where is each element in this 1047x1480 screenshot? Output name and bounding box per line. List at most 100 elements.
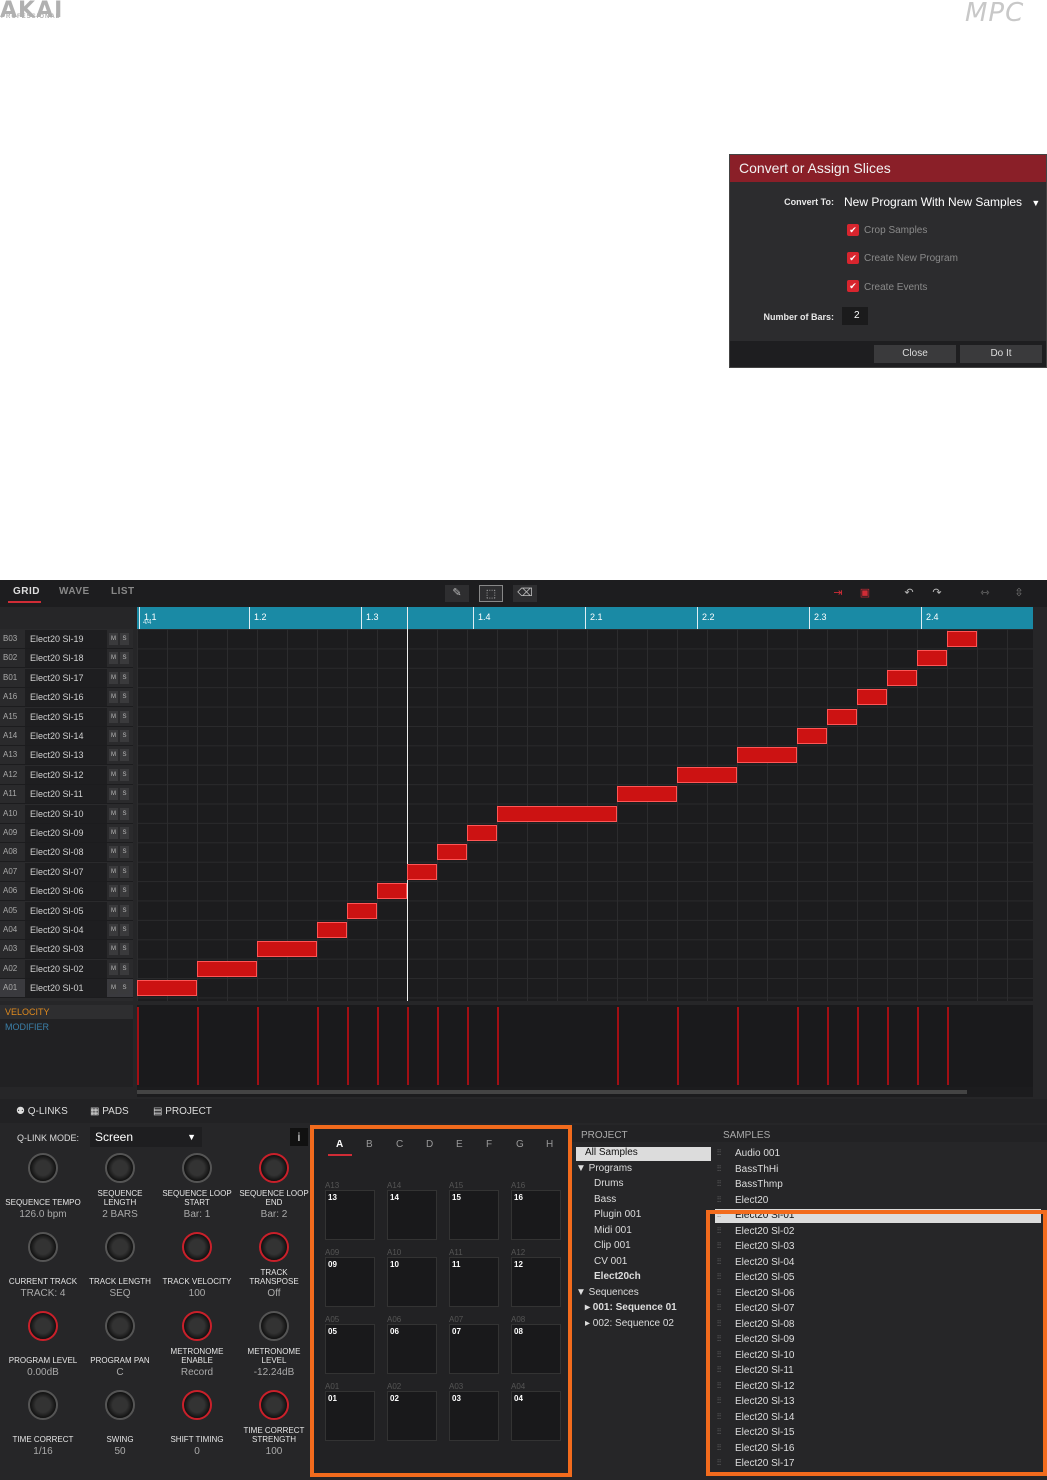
mute-button[interactable]: M [109,982,118,995]
pad[interactable]: 09 [325,1257,375,1307]
track-row[interactable]: A04 Elect20 Sl-04 M S [0,921,133,940]
note-event[interactable] [407,863,437,880]
pad-bank-c[interactable]: C [396,1139,403,1150]
close-button[interactable]: Close [874,345,956,363]
knob-icon[interactable] [259,1153,289,1183]
playhead[interactable] [407,607,408,1001]
note-event[interactable] [197,960,257,977]
solo-button[interactable]: S [120,633,129,645]
number-of-bars-field[interactable]: 2 [842,307,868,325]
pad[interactable]: 03 [449,1391,499,1441]
pad[interactable]: 06 [387,1324,437,1374]
note-event[interactable] [467,825,497,841]
knob-icon[interactable] [182,1153,212,1183]
mute-button[interactable]: M [109,749,118,762]
sample-item[interactable]: ⫶⫶ BassThHi [715,1163,1041,1177]
solo-button[interactable]: S [120,730,129,742]
q-link-knob[interactable]: TRACK TRANSPOSE Off [235,1232,313,1299]
horizontal-scrollbar[interactable] [137,1087,1033,1097]
solo-button[interactable]: S [120,691,129,704]
knob-icon[interactable] [105,1390,135,1420]
solo-button[interactable]: S [120,788,129,801]
solo-button[interactable]: S [120,807,129,820]
solo-button[interactable]: S [120,671,129,684]
track-name[interactable]: Elect20 Sl-06 [25,882,107,901]
track-row[interactable]: B03 Elect20 Sl-19 M S [0,630,133,649]
track-name[interactable]: Elect20 Sl-18 [25,649,107,668]
pad[interactable]: 08 [511,1324,561,1374]
solo-button[interactable]: S [120,982,129,995]
knob-icon[interactable] [182,1232,212,1262]
note-event[interactable] [347,902,377,919]
note-event[interactable] [887,669,917,686]
pad-bank-b[interactable]: B [366,1139,373,1150]
mute-button[interactable]: M [109,846,118,859]
undo-icon[interactable]: ↶ [897,585,921,602]
knob-icon[interactable] [28,1232,58,1262]
velocity-bar[interactable] [137,1007,139,1085]
knob-icon[interactable] [182,1311,212,1341]
pad[interactable]: 04 [511,1391,561,1441]
note-grid[interactable] [137,607,1033,1001]
pad[interactable]: 01 [325,1391,375,1441]
velocity-lane[interactable] [137,1005,1033,1087]
velocity-bar[interactable] [677,1007,679,1085]
velocity-bar[interactable] [917,1007,919,1085]
project-item[interactable]: Bass [594,1194,616,1205]
track-row[interactable]: A07 Elect20 Sl-07 M S [0,862,133,882]
velocity-bar[interactable] [317,1007,319,1085]
velocity-bar[interactable] [407,1007,409,1085]
track-row[interactable]: A11 Elect20 Sl-11 M S [0,785,133,805]
pad-bank-g[interactable]: G [516,1139,524,1150]
q-link-knob[interactable]: SEQUENCE LOOP START Bar: 1 [158,1153,236,1220]
mute-button[interactable]: M [109,865,118,878]
tab-wave[interactable]: WAVE [59,586,90,597]
pad-bank-a[interactable]: A [336,1139,343,1150]
track-row[interactable]: A02 Elect20 Sl-02 M S [0,959,133,979]
pad[interactable]: 10 [387,1257,437,1307]
q-link-knob[interactable]: TRACK LENGTH SEQ [81,1232,159,1299]
pad[interactable]: 13 [325,1190,375,1240]
mute-button[interactable]: M [109,924,118,936]
eraser-icon[interactable]: ⌫ [513,585,537,602]
velocity-bar[interactable] [467,1007,469,1085]
pad[interactable]: 05 [325,1324,375,1374]
note-event[interactable] [617,786,677,803]
project-item[interactable]: Plugin 001 [594,1209,641,1220]
velocity-bar[interactable] [347,1007,349,1085]
solo-button[interactable]: S [120,749,129,762]
mute-button[interactable]: M [109,652,118,665]
q-link-knob[interactable]: METRONOME LEVEL -12.24dB [235,1311,313,1378]
track-row[interactable]: A14 Elect20 Sl-14 M S [0,727,133,746]
knob-icon[interactable] [259,1311,289,1341]
q-link-knob[interactable]: TIME CORRECT STRENGTH 100 [235,1390,313,1457]
velocity-lane-label[interactable]: VELOCITY [5,1007,50,1017]
mute-button[interactable]: M [109,730,118,742]
q-link-knob[interactable]: SEQUENCE LENGTH 2 BARS [81,1153,159,1220]
track-name[interactable]: Elect20 Sl-10 [25,804,107,823]
q-link-knob[interactable]: METRONOME ENABLE Record [158,1311,236,1378]
track-name[interactable]: Elect20 Sl-15 [25,707,107,726]
note-event[interactable] [947,631,977,647]
pad-bank-e[interactable]: E [456,1139,463,1150]
mute-button[interactable]: M [109,807,118,820]
velocity-bar[interactable] [377,1007,379,1085]
q-link-knob[interactable]: SEQUENCE TEMPO 126.0 bpm [4,1153,82,1220]
mute-button[interactable]: M [109,885,118,898]
note-event[interactable] [137,980,197,997]
velocity-bar[interactable] [617,1007,619,1085]
info-button[interactable]: i [290,1128,308,1146]
modifier-lane-label[interactable]: MODIFIER [5,1022,49,1032]
project-item[interactable]: Midi 001 [594,1225,632,1236]
project-item[interactable]: CV 001 [594,1256,627,1267]
note-event[interactable] [797,728,827,744]
solo-button[interactable]: S [120,846,129,859]
track-row[interactable]: B02 Elect20 Sl-18 M S [0,649,133,669]
solo-button[interactable]: S [120,962,129,975]
track-name[interactable]: Elect20 Sl-01 [25,979,107,998]
knob-icon[interactable] [105,1311,135,1341]
track-name[interactable]: Elect20 Sl-13 [25,746,107,765]
track-row[interactable]: A12 Elect20 Sl-12 M S [0,765,133,785]
q-link-knob[interactable]: SWING 50 [81,1390,159,1457]
track-name[interactable]: Elect20 Sl-03 [25,940,107,959]
